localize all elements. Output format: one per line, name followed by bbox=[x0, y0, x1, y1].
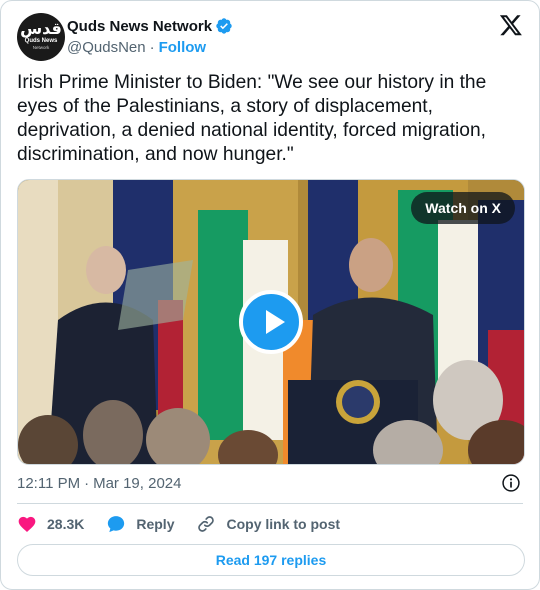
author-display-name[interactable]: Quds News Network bbox=[67, 18, 212, 35]
post-date: Mar 19, 2024 bbox=[93, 474, 182, 492]
post-timestamp[interactable]: 12:11 PM · Mar 19, 2024 bbox=[17, 473, 181, 493]
watch-on-x-button[interactable]: Watch on X bbox=[411, 192, 515, 224]
copy-link-label: Copy link to post bbox=[226, 516, 341, 532]
copy-link-button[interactable]: Copy link to post bbox=[196, 514, 340, 534]
heart-icon bbox=[18, 516, 36, 532]
link-icon bbox=[198, 516, 215, 532]
reply-bubble-icon bbox=[108, 516, 125, 533]
author-info: Quds News Network @QudsNen · Follow bbox=[67, 16, 233, 57]
separator-dot: · bbox=[149, 38, 155, 56]
avatar[interactable]: قدس Quds News Network bbox=[17, 13, 65, 61]
author-handle[interactable]: @QudsNen bbox=[67, 39, 146, 56]
reply-button[interactable]: Reply bbox=[106, 514, 174, 534]
follow-button[interactable]: Follow bbox=[159, 39, 207, 56]
embedded-post-card: قدس Quds News Network Quds News Network … bbox=[0, 0, 540, 590]
avatar-logo-subtitle: Quds News bbox=[24, 38, 58, 44]
avatar-logo-text: قدس bbox=[20, 19, 62, 38]
avatar-logo-subtitle-2: Network bbox=[32, 45, 50, 50]
x-logo-icon[interactable] bbox=[499, 13, 523, 37]
post-header: قدس Quds News Network Quds News Network … bbox=[17, 13, 523, 61]
verified-badge-icon bbox=[216, 18, 232, 34]
divider bbox=[17, 503, 523, 504]
post-text: Irish Prime Minister to Biden: "We see o… bbox=[17, 72, 487, 165]
info-icon[interactable] bbox=[501, 473, 521, 493]
like-count: 28.3K bbox=[47, 516, 85, 532]
post-actions: 28.3K Reply Copy link to post bbox=[17, 513, 362, 535]
play-button[interactable] bbox=[239, 290, 303, 354]
reply-label: Reply bbox=[136, 516, 175, 532]
video-player[interactable]: Watch on X bbox=[17, 179, 525, 465]
play-icon bbox=[266, 310, 285, 334]
timestamp-separator: · bbox=[84, 474, 90, 492]
post-time: 12:11 PM bbox=[17, 474, 81, 492]
read-replies-button[interactable]: Read 197 replies bbox=[17, 544, 525, 576]
like-button[interactable]: 28.3K bbox=[17, 514, 84, 534]
